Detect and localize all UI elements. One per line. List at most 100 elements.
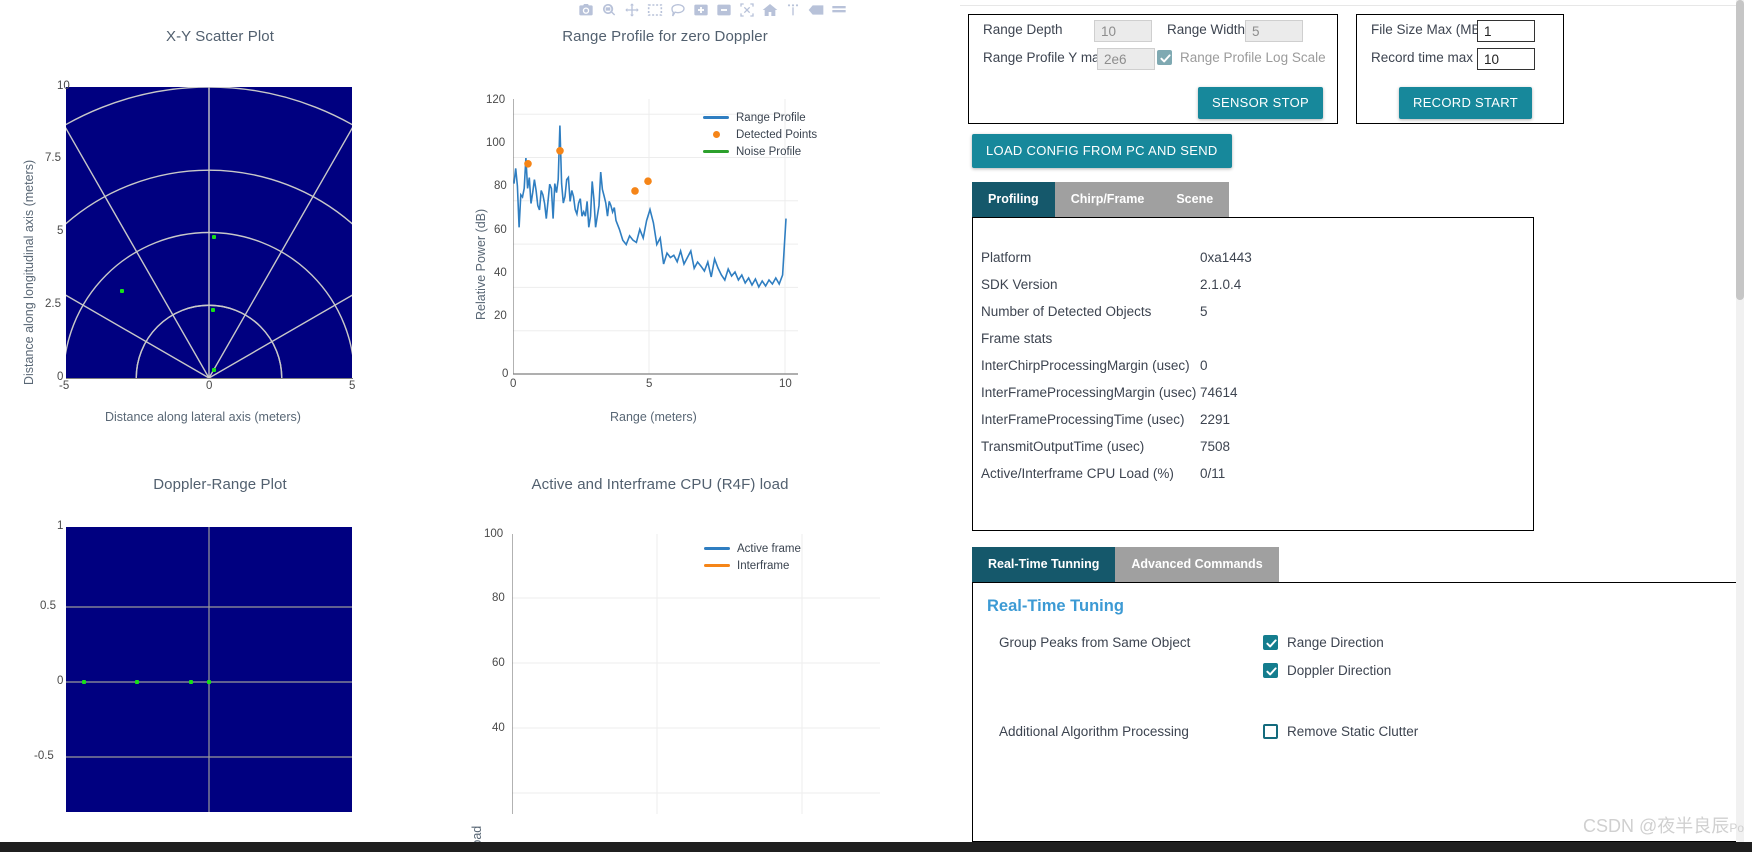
- profiling-panel: Platform 0xa1443 SDK Version 2.1.0.4 Num…: [972, 217, 1534, 531]
- load-config-button[interactable]: LOAD CONFIG FROM PC AND SEND: [972, 134, 1232, 168]
- legend-label: Range Profile: [736, 111, 806, 124]
- detected-point: [120, 289, 124, 293]
- doppler-range-canvas[interactable]: [66, 527, 352, 812]
- cpu-ytick: 80: [492, 592, 505, 604]
- record-start-button[interactable]: RECORD START: [1399, 87, 1532, 119]
- range-profile-ymax-input[interactable]: [1097, 48, 1155, 70]
- watermark-text: CSDN @夜半良辰: [1583, 816, 1730, 836]
- dr-ytick: 0: [57, 675, 64, 687]
- detected-point: [211, 308, 215, 312]
- tuning-tabbar[interactable]: Real-Time Tunning Advanced Commands: [972, 547, 1279, 582]
- info-key: TransmitOutputTime (usec): [981, 439, 1145, 454]
- autoscale-icon[interactable]: [739, 2, 755, 18]
- legend-label: Active frame: [737, 542, 801, 555]
- lasso-select-icon[interactable]: [670, 2, 686, 18]
- xy-scatter-canvas[interactable]: [66, 87, 352, 378]
- legend-label: Detected Points: [736, 128, 818, 141]
- zoom-out-icon[interactable]: [716, 2, 732, 18]
- box-select-icon[interactable]: [647, 2, 663, 18]
- legend-swatch-line: [703, 150, 729, 153]
- xy-xtick: -5: [59, 380, 70, 392]
- info-value: 0/11: [1200, 466, 1226, 481]
- rp-ytick: 60: [494, 224, 507, 236]
- remove-static-clutter-checkbox[interactable]: [1263, 724, 1278, 739]
- sensor-stop-button[interactable]: SENSOR STOP: [1198, 87, 1323, 119]
- xy-ytick: 10: [57, 80, 70, 92]
- tab-scene[interactable]: Scene: [1160, 182, 1230, 217]
- group-peaks-label: Group Peaks from Same Object: [999, 635, 1191, 650]
- plotly-modebar[interactable]: [578, 2, 847, 18]
- legend-swatch-line: [704, 547, 730, 550]
- tab-profiling[interactable]: Profiling: [972, 182, 1055, 217]
- camera-icon[interactable]: [578, 2, 594, 18]
- tab-chirp-frame[interactable]: Chirp/Frame: [1054, 182, 1161, 217]
- record-time-max-input[interactable]: [1477, 48, 1535, 70]
- scrollbar-thumb[interactable]: [1736, 0, 1744, 300]
- cpu-ytick: 100: [484, 528, 504, 540]
- file-size-max-label: File Size Max (MB): [1371, 22, 1486, 37]
- rp-xtick: 5: [646, 378, 653, 390]
- watermark: CSDN @夜半良辰Po: [1583, 812, 1744, 838]
- rp-ytick: 40: [494, 267, 507, 279]
- cpu-load-plot: Active and Interframe CPU (R4F) load % C…: [440, 460, 880, 852]
- cpu-ytick: 60: [492, 657, 505, 669]
- xy-scatter-xaxis: [66, 378, 353, 379]
- info-key: SDK Version: [981, 277, 1058, 292]
- vertical-scrollbar[interactable]: [1736, 0, 1744, 842]
- range-width-label: Range Width: [1167, 22, 1246, 37]
- tab-advanced-commands[interactable]: Advanced Commands: [1115, 547, 1279, 582]
- info-value: 0: [1200, 358, 1208, 373]
- cpu-load-legend: Active frame Interframe: [704, 540, 801, 574]
- range-depth-input[interactable]: [1094, 20, 1152, 42]
- tab-real-time-tuning[interactable]: Real-Time Tunning: [972, 547, 1116, 582]
- home-reset-icon[interactable]: [762, 2, 778, 18]
- detected-point: [135, 680, 139, 684]
- detected-point: [212, 368, 216, 372]
- info-value: 5: [1200, 304, 1208, 319]
- xy-ytick: 2.5: [45, 298, 61, 310]
- range-direction-label: Range Direction: [1287, 635, 1384, 650]
- range-direction-checkbox[interactable]: [1263, 635, 1278, 650]
- range-profile-log-scale-checkbox[interactable]: [1157, 50, 1172, 65]
- xy-scatter-xlabel: Distance along lateral axis (meters): [105, 410, 301, 424]
- cpu-load-title: Active and Interframe CPU (R4F) load: [531, 476, 789, 493]
- xy-scatter-title: X-Y Scatter Plot: [165, 28, 275, 45]
- range-width-input[interactable]: [1245, 20, 1303, 42]
- zoom-icon[interactable]: [601, 2, 617, 18]
- plot-area: X-Y Scatter Plot Distance along longitud…: [0, 0, 960, 852]
- legend-swatch-marker: [713, 131, 720, 138]
- additional-algorithm-label: Additional Algorithm Processing: [999, 724, 1189, 739]
- remove-static-clutter-label: Remove Static Clutter: [1287, 724, 1419, 739]
- legend-item: Active frame: [704, 540, 801, 557]
- info-value: 2291: [1200, 412, 1231, 427]
- info-key: Active/Interframe CPU Load (%): [981, 466, 1174, 481]
- legend-swatch-line: [703, 116, 729, 119]
- xy-scatter-ylabel: Distance along longitudinal axis (meters…: [22, 159, 36, 385]
- file-size-max-input[interactable]: [1477, 20, 1535, 42]
- info-tabbar[interactable]: Profiling Chirp/Frame Scene: [972, 182, 1230, 217]
- cpu-load-canvas[interactable]: [512, 534, 880, 814]
- doppler-direction-label: Doppler Direction: [1287, 663, 1392, 678]
- range-profile-legend: Range Profile Detected Points Noise Prof…: [703, 109, 817, 160]
- hover-closest-icon[interactable]: [831, 2, 847, 18]
- xy-scatter-plot: X-Y Scatter Plot Distance along longitud…: [0, 20, 440, 450]
- info-key: InterChirpProcessingMargin (usec): [981, 358, 1190, 373]
- legend-label: Interframe: [737, 559, 790, 572]
- rp-ytick: 0: [502, 368, 509, 380]
- spike-lines-icon[interactable]: [785, 2, 801, 18]
- info-value: 0xa1443: [1200, 250, 1252, 265]
- range-depth-label: Range Depth: [983, 22, 1063, 37]
- pan-icon[interactable]: [624, 2, 640, 18]
- doppler-range-plot: Doppler-Range Plot Doppler (m/s) 1 0.: [0, 460, 440, 852]
- hover-compare-icon[interactable]: [808, 2, 824, 18]
- range-settings-group: Range Depth Range Width Range Profile Y …: [968, 14, 1338, 124]
- range-profile-ylabel: Relative Power (dB): [474, 208, 488, 320]
- legend-item: Interframe: [704, 557, 801, 574]
- rp-xtick: 10: [779, 378, 792, 390]
- zoom-in-icon[interactable]: [693, 2, 709, 18]
- record-settings-group: File Size Max (MB) Record time max (s) R…: [1356, 14, 1564, 124]
- doppler-direction-checkbox[interactable]: [1263, 663, 1278, 678]
- legend-item: Range Profile: [703, 109, 817, 126]
- rp-xtick: 0: [510, 378, 517, 390]
- info-value: 74614: [1200, 385, 1238, 400]
